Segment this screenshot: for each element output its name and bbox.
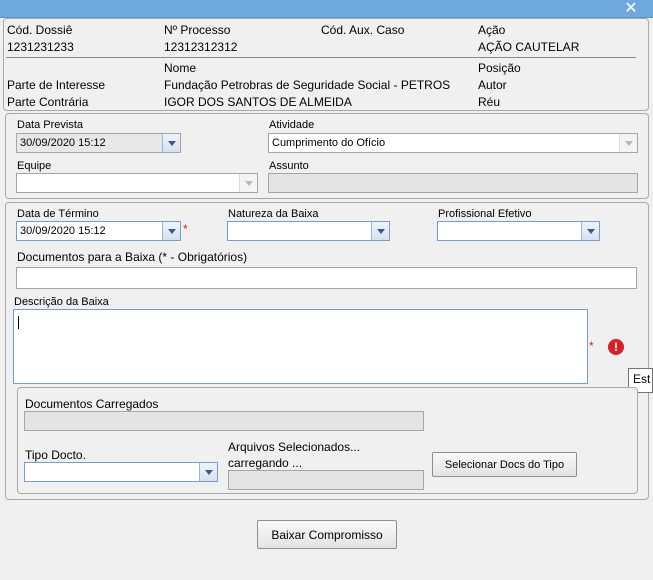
party-position: Réu: [478, 95, 501, 109]
chevron-down-icon[interactable]: [239, 174, 257, 192]
posicao-column-header: Posição: [478, 61, 521, 75]
party-role: Parte Contrária: [7, 95, 89, 109]
data-termino-select[interactable]: 30/09/2020 15:12: [16, 221, 181, 241]
party-name: IGOR DOS SANTOS DE ALMEIDA: [164, 95, 352, 109]
documentos-baixa-field[interactable]: [16, 267, 637, 289]
descricao-textarea[interactable]: [13, 309, 588, 384]
natureza-select[interactable]: [227, 221, 390, 241]
equipe-select[interactable]: [16, 173, 258, 193]
chevron-down-icon[interactable]: [162, 134, 180, 152]
acao-value: AÇÃO CAUTELAR: [478, 40, 580, 54]
atividade-value: Cumprimento do Ofício: [272, 137, 386, 149]
data-prevista-select[interactable]: 30/09/2020 15:12: [16, 133, 181, 153]
aux-caso-label: Cód. Aux. Caso: [321, 23, 405, 37]
data-termino-value: 30/09/2020 15:12: [20, 225, 106, 237]
header-separator: [6, 57, 636, 58]
acao-label: Ação: [478, 23, 506, 37]
submit-button[interactable]: Baixar Compromisso: [257, 520, 397, 549]
documentos-carregados-field: [24, 411, 424, 431]
chevron-down-icon[interactable]: [619, 134, 637, 152]
dossie-value: 1231231233: [7, 40, 74, 54]
chevron-down-icon[interactable]: [371, 222, 389, 240]
natureza-label: Natureza da Baixa: [228, 208, 319, 220]
processo-label: Nº Processo: [164, 23, 231, 37]
assunto-field: [268, 173, 638, 193]
data-termino-label: Data de Término: [17, 208, 99, 220]
arquivos-field: [228, 470, 424, 490]
documentos-carregados-label: Documentos Carregados: [25, 397, 159, 411]
atividade-select[interactable]: Cumprimento do Ofício: [268, 133, 638, 153]
window-titlebar: [0, 0, 653, 18]
party-position: Autor: [478, 78, 507, 92]
required-asterisk: *: [183, 222, 188, 236]
chevron-down-icon[interactable]: [162, 222, 180, 240]
data-prevista-label: Data Prevista: [17, 119, 84, 131]
arquivos-label: Arquivos Selecionados...: [228, 440, 361, 454]
documentos-baixa-label: Documentos para a Baixa (* - Obrigatório…: [17, 250, 248, 264]
required-asterisk: *: [589, 339, 594, 353]
tipo-docto-select[interactable]: [24, 462, 218, 482]
text-caret: [18, 316, 19, 329]
profissional-select[interactable]: [437, 221, 600, 241]
chevron-down-icon[interactable]: [581, 222, 599, 240]
data-prevista-value: 30/09/2020 15:12: [20, 137, 106, 149]
atividade-label: Atividade: [269, 119, 315, 131]
descricao-label: Descrição da Baixa: [14, 296, 109, 308]
dossie-label: Cód. Dossiê: [7, 23, 73, 37]
close-icon[interactable]: ✕: [623, 0, 639, 16]
error-icon[interactable]: !: [608, 339, 624, 355]
party-role: Parte de Interesse: [7, 78, 106, 92]
tipo-docto-label: Tipo Docto.: [25, 448, 86, 462]
processo-value: 12312312312: [164, 40, 238, 54]
select-docs-button[interactable]: Selecionar Docs do Tipo: [432, 452, 577, 477]
arquivos-status: carregando ...: [228, 456, 303, 470]
equipe-label: Equipe: [17, 160, 52, 172]
chevron-down-icon[interactable]: [199, 463, 217, 481]
party-name: Fundação Petrobras de Seguridade Social …: [164, 78, 451, 92]
nome-column-header: Nome: [164, 61, 197, 75]
assunto-label: Assunto: [269, 160, 309, 172]
profissional-label: Profissional Efetivo: [438, 208, 532, 220]
